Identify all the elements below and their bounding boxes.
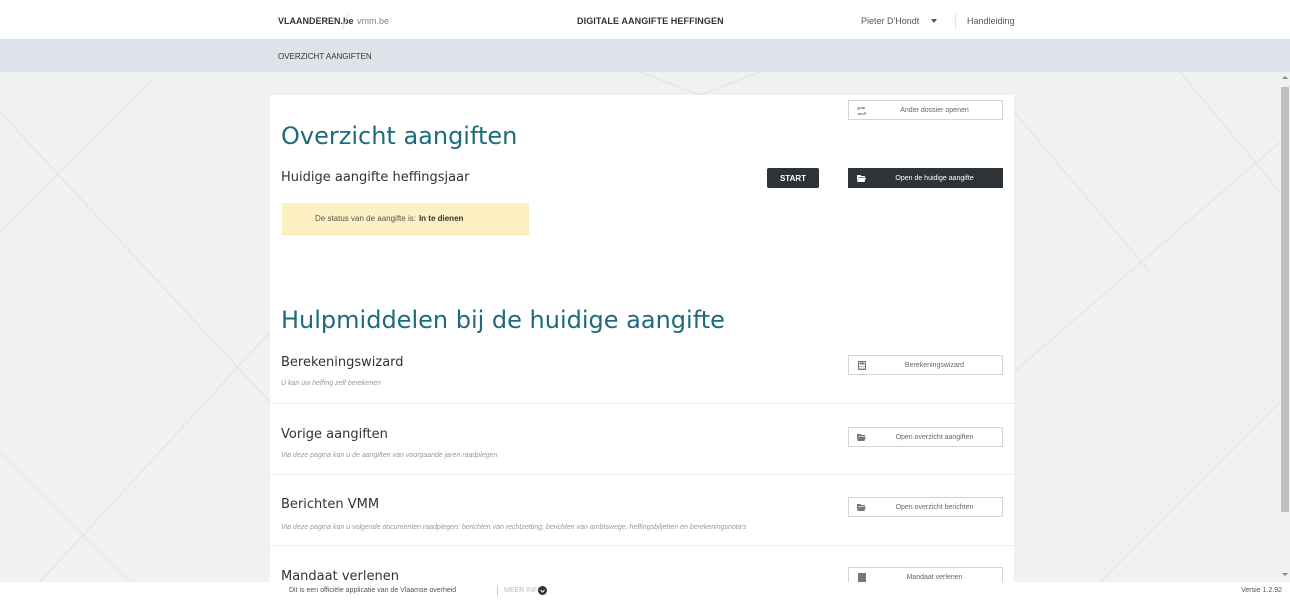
folder-icon [857,433,866,442]
calculation-wizard-button-label: Berekeningswizard [904,361,965,369]
status-prefix: De status van de aangifte is: [315,214,416,223]
scroll-up-icon[interactable] [1282,76,1288,79]
refresh-icon [857,106,866,115]
divider [270,474,1014,475]
calculation-wizard-description: U kan uw heffing zelf berekenen [281,380,382,387]
chevron-down-icon[interactable] [538,586,547,595]
scrollbar-thumb[interactable] [1281,87,1289,512]
status-message: De status van de aangifte is: In te dien… [282,203,529,235]
open-current-label: Open de huidige aangifte [895,174,974,182]
other-dossier-label: Ander dossier openen [900,106,969,114]
grant-mandate-title: Mandaat verlenen [281,569,399,582]
divider [270,403,1014,404]
open-messages-overview-button[interactable]: Open overzicht berichten [848,497,1003,517]
vmm-link[interactable]: vmm.be [357,16,389,26]
open-messages-overview-label: Open overzicht berichten [895,503,974,511]
manual-link[interactable]: Handleiding [967,16,1015,26]
vlaanderen-brand-link[interactable]: VLAANDEREN.be [278,16,354,26]
vmm-messages-description: Via deze pagina kan u volgende documente… [281,524,747,531]
previous-declarations-title: Vorige aangiften [281,427,388,442]
header-divider [955,13,956,29]
previous-declarations-description: Via deze pagina kan u de aangiften van v… [281,452,498,459]
current-declaration-title: Huidige aangifte heffingsjaar [281,170,470,185]
vmm-messages-title: Berichten VMM [281,497,380,512]
open-current-declaration-button[interactable]: Open de huidige aangifte [848,168,1003,188]
calculation-wizard-title: Berekeningswizard [281,355,404,370]
app-title: DIGITALE AANGIFTE HEFFINGEN [577,16,724,26]
footer: Dit is een officiële applicatie van de V… [0,582,1290,600]
folder-icon [857,174,866,183]
folder-icon [857,503,866,512]
status-badge: In te dienen [418,214,464,223]
page-title: Overzicht aangiften [281,122,518,150]
divider [270,545,1014,546]
calculation-wizard-button[interactable]: Berekeningswizard [848,355,1003,375]
calculator-icon [857,361,866,370]
grant-mandate-label: Mandaat verlenen [906,573,963,581]
scrollbar[interactable] [1280,72,1290,582]
open-declarations-overview-label: Open overzicht aangiften [895,433,974,441]
sub-header: OVERZICHT AANGIFTEN [0,40,1290,72]
other-dossier-button[interactable]: Ander dossier openen [848,100,1003,120]
chevron-down-icon[interactable] [931,19,937,23]
version-label: Versie 1.2.92 [1241,587,1282,594]
start-button[interactable]: START [767,168,819,188]
scroll-down-icon[interactable] [1282,573,1288,576]
open-declarations-overview-button[interactable]: Open overzicht aangiften [848,427,1003,447]
top-header: VLAANDEREN.be vmm.be DIGITALE AANGIFTE H… [0,0,1290,40]
tools-heading: Hulpmiddelen bij de huidige aangifte [281,306,725,334]
footer-text: Dit is een officiële applicatie van de V… [289,587,457,594]
breadcrumb: OVERZICHT AANGIFTEN [278,52,372,61]
grant-mandate-button[interactable]: Mandaat verlenen [848,567,1003,582]
document-icon [857,573,866,582]
footer-divider [497,585,498,596]
main-card: Ander dossier openen Overzicht aangiften… [270,95,1014,582]
user-menu[interactable]: Pieter D'Hondt [861,16,919,26]
